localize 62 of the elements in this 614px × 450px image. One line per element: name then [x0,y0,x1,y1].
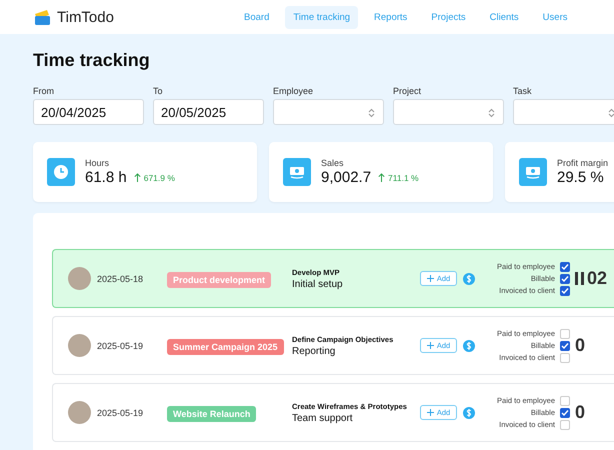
nav-tab[interactable]: Reports [366,6,416,28]
checkbox[interactable] [560,408,570,418]
checkbox[interactable] [560,274,570,284]
page-title: Time tracking [33,50,151,71]
project-tag: Website Relaunch [167,406,256,422]
nav-tab[interactable]: Board [236,6,278,28]
stat-label: Sales [321,158,345,168]
checkbox[interactable] [560,340,570,350]
banknote-icon [519,158,547,186]
dollar-icon[interactable] [463,406,475,418]
arrow-up-icon [378,173,386,182]
entry-date: 2025-05-18 [97,274,144,284]
plus-icon [426,342,434,349]
avatar [68,267,91,290]
timer-value: 0 [575,402,586,423]
select-field[interactable] [513,99,614,125]
checkbox[interactable] [560,262,570,272]
plus-icon [426,409,434,416]
chevron-updown-icon [488,108,495,118]
date-field[interactable]: 20/04/2025 [33,99,144,125]
pause-icon[interactable] [575,272,584,285]
stat-value: 29.5 % [557,169,604,186]
entry-date: 2025-05-19 [97,340,144,350]
timer-value: 0 [575,335,586,356]
timer-value: 02 [587,268,608,289]
chevron-updown-icon [608,108,614,118]
dollar-icon[interactable] [463,340,475,352]
stat-change: 711.1 % [388,172,419,182]
project-tag: Summer Campaign 2025 [167,338,284,354]
filter-label: To [153,86,164,96]
banknote-icon [283,158,311,186]
avatar [68,401,91,424]
logo-icon [34,10,51,24]
activity-name: Reporting [292,346,336,356]
nav-tab[interactable]: Time tracking [285,6,358,28]
app-name: TimTodo [57,8,114,26]
activity-name: Initial setup [292,278,344,290]
filter-label: Task [513,86,533,96]
dollar-icon[interactable] [463,272,475,284]
chevron-updown-icon [368,108,375,118]
activity-name: Team support [292,412,354,424]
filter-label: Employee [273,86,314,96]
select-field[interactable] [273,99,384,125]
filter-label: From [33,86,55,96]
nav-tab[interactable]: Projects [423,6,474,28]
date-field[interactable]: 20/05/2025 [153,99,264,125]
stat-value: 61.8 h [85,169,127,186]
checkbox[interactable] [560,286,570,296]
stat-value: 9,002.7 [321,169,372,186]
stat-change: 671.9 % [144,172,175,182]
select-field[interactable] [393,99,504,125]
stat-label: Profit margin [557,158,608,168]
project-tag: Product development [167,272,272,288]
plus-icon [426,275,434,282]
clock-icon [47,158,75,186]
nav-tab[interactable]: Clients [482,6,527,28]
nav-tab[interactable]: Users [534,6,576,28]
avatar [68,334,91,357]
filter-label: Project [393,86,422,96]
arrow-up-icon [134,173,141,182]
entry-date: 2025-05-19 [97,408,144,418]
stat-label: Hours [85,158,110,168]
